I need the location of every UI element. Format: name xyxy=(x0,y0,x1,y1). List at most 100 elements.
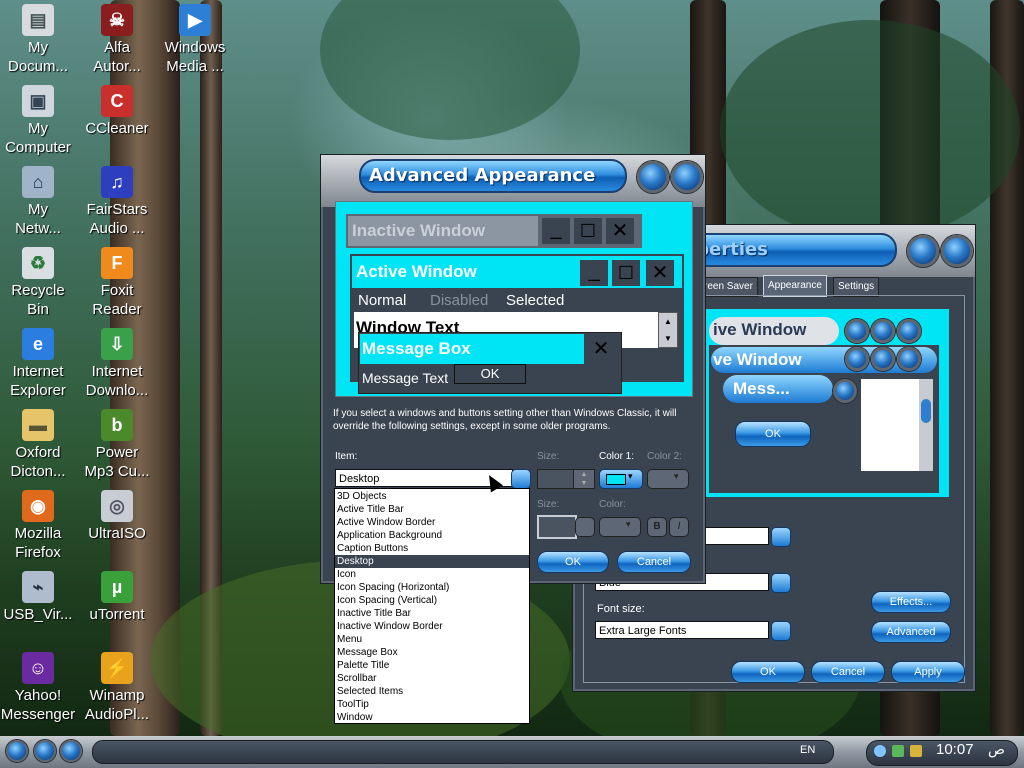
dropdown-option[interactable]: Caption Buttons xyxy=(335,542,529,555)
oxford-dictionary-icon[interactable]: ▬ Oxford Dicton... xyxy=(0,409,78,481)
volume-icon[interactable] xyxy=(910,745,922,757)
my-computer-icon[interactable]: ▣ My Computer xyxy=(0,85,78,157)
power-mp3-icon[interactable]: b Power Mp3 Cu... xyxy=(77,409,157,481)
dropdown-option[interactable]: Icon Spacing (Vertical) xyxy=(335,594,529,607)
cancel-button[interactable]: Cancel xyxy=(811,661,885,683)
menu-disabled: Disabled xyxy=(430,292,489,309)
internet-explorer-icon[interactable]: e Internet Explorer xyxy=(0,328,78,400)
foxit-reader-icon[interactable]: F Foxit Reader xyxy=(77,247,157,319)
advanced-button[interactable]: Advanced xyxy=(871,621,951,643)
color2-label: Color 2: xyxy=(647,451,683,462)
tab-settings[interactable]: Settings xyxy=(833,277,880,297)
dropdown-option[interactable]: Menu xyxy=(335,633,529,646)
tab-appearance[interactable]: Appearance xyxy=(763,275,827,297)
preview-active-title: ve Window xyxy=(713,350,802,369)
minimize-button[interactable] xyxy=(907,235,939,267)
utorrent-icon[interactable]: µ uTorrent xyxy=(77,571,157,624)
start-orb-3[interactable] xyxy=(60,740,82,762)
apply-button[interactable]: Apply xyxy=(891,661,965,683)
close-button[interactable] xyxy=(941,235,973,267)
minimize-icon: _ xyxy=(580,260,608,286)
preview-inactive-title: ive Window xyxy=(713,320,807,339)
windows-media-icon[interactable]: ▶ Windows Media ... xyxy=(155,4,235,76)
start-orb-2[interactable] xyxy=(34,740,56,762)
chevron-down-icon[interactable] xyxy=(771,573,791,593)
recycle-bin-icon[interactable]: ♻ Recycle Bin xyxy=(0,247,78,319)
bold-button: B xyxy=(647,517,667,537)
dropdown-option[interactable]: Inactive Title Bar xyxy=(335,607,529,620)
firefox-icon[interactable]: ◉ Mozilla Firefox xyxy=(0,490,78,562)
winamp-icon[interactable]: ⚡ Winamp AudioPl... xyxy=(77,652,157,724)
language-indicator[interactable]: EN xyxy=(800,744,815,756)
item-dropdown-list[interactable]: 3D Objects Active Title Bar Active Window … xyxy=(334,488,530,724)
effects-button[interactable]: Effects... xyxy=(871,591,951,613)
chevron-down-icon[interactable] xyxy=(771,527,791,547)
dropdown-option[interactable]: Selected Items xyxy=(335,685,529,698)
close-button[interactable] xyxy=(671,161,703,193)
chevron-down-icon[interactable] xyxy=(771,621,791,641)
maximize-icon: ☐ xyxy=(574,218,602,244)
my-documents-icon[interactable]: ▤ My Docum... xyxy=(0,4,78,76)
ccleaner-icon[interactable]: C CCleaner xyxy=(77,85,157,138)
size2-label: Size: xyxy=(537,499,560,510)
color-label: Color: xyxy=(599,499,626,510)
preview-active-title: Active Window xyxy=(352,256,578,288)
tray-app-icon[interactable] xyxy=(892,745,904,757)
dropdown-option[interactable]: Window xyxy=(335,711,529,724)
help-button[interactable] xyxy=(637,161,669,193)
dropdown-option[interactable]: Message Box xyxy=(335,646,529,659)
my-network-icon[interactable]: ⌂ My Netw... xyxy=(0,166,78,238)
internet-download-icon[interactable]: ⇩ Internet Downlo... xyxy=(77,328,157,400)
menu-selected: Selected xyxy=(506,292,565,309)
font-size-label: Font size: xyxy=(597,603,645,615)
dropdown-option[interactable]: Palette Title xyxy=(335,659,529,672)
chevron-down-icon[interactable] xyxy=(511,469,531,489)
font-color-picker: ▾ xyxy=(599,517,641,537)
menu-normal: Normal xyxy=(358,292,407,309)
size-label: Size: xyxy=(537,451,560,462)
fairstars-audio-icon[interactable]: ♫ FairStars Audio ... xyxy=(77,166,157,238)
item-preview[interactable]: Inactive Window _ ☐ ✕ Active Window _ ☐ … xyxy=(335,201,693,397)
item-label: Item: xyxy=(335,451,358,462)
font-size-field xyxy=(537,515,577,539)
color1-picker[interactable]: ▾ xyxy=(599,469,643,489)
dropdown-option[interactable]: 3D Objects xyxy=(335,490,529,503)
window-title: Advanced Appearance xyxy=(359,159,627,193)
close-icon: ✕ xyxy=(646,260,674,286)
dropdown-option[interactable]: ToolTip xyxy=(335,698,529,711)
preview-msgbox-title: Mess... xyxy=(723,375,833,403)
tab-screen-saver[interactable]: reen Saver xyxy=(699,277,758,297)
dropdown-option[interactable]: Active Window Border xyxy=(335,516,529,529)
dropdown-option[interactable]: Active Title Bar xyxy=(335,503,529,516)
color2-picker: ▾ xyxy=(647,469,689,489)
taskbar: EN 10:07 ص xyxy=(0,736,1024,768)
alfa-autorun-icon[interactable]: ☠ Alfa Autor... xyxy=(77,4,157,76)
dropdown-option[interactable]: Icon xyxy=(335,568,529,581)
dropdown-option[interactable]: Inactive Window Border xyxy=(335,620,529,633)
dropdown-option[interactable]: Desktop xyxy=(335,555,529,568)
font-size-field[interactable]: Extra Large Fonts xyxy=(595,621,769,639)
close-icon: ✕ xyxy=(586,336,616,362)
size-field xyxy=(537,469,575,489)
ok-button[interactable]: OK xyxy=(537,551,609,573)
preview-ok-button: OK xyxy=(454,364,526,384)
size-stepper: ▲ ▼ xyxy=(573,469,595,489)
dropdown-option[interactable]: Scrollbar xyxy=(335,672,529,685)
yahoo-messenger-icon[interactable]: ☺ Yahoo! Messenger xyxy=(0,652,78,724)
cancel-button[interactable]: Cancel xyxy=(617,551,691,573)
task-area[interactable] xyxy=(92,740,834,764)
preview-inactive-title: Inactive Window xyxy=(348,216,538,246)
network-icon[interactable] xyxy=(874,745,886,757)
ultraiso-icon[interactable]: ◎ UltraISO xyxy=(77,490,157,543)
start-orb-1[interactable] xyxy=(6,740,28,762)
usb-virus-icon[interactable]: ⌁ USB_Vir... xyxy=(0,571,78,624)
italic-button: I xyxy=(669,517,689,537)
color1-label: Color 1: xyxy=(599,451,635,462)
clock[interactable]: 10:07 xyxy=(936,741,974,758)
close-icon: ✕ xyxy=(606,218,634,244)
dropdown-option[interactable]: Icon Spacing (Horizontal) xyxy=(335,581,529,594)
ok-button[interactable]: OK xyxy=(731,661,805,683)
preview-ok-button: OK xyxy=(735,421,811,447)
scrollbar: ▲ ▼ xyxy=(658,312,678,348)
dropdown-option[interactable]: Application Background xyxy=(335,529,529,542)
